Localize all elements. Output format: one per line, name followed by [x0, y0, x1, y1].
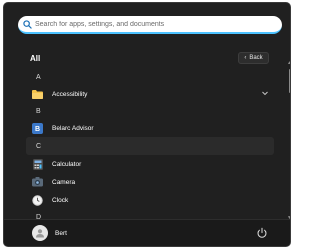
clock-icon — [32, 194, 43, 206]
folder-icon — [32, 89, 43, 100]
avatar — [32, 225, 48, 241]
section-letter-b[interactable]: B — [26, 103, 274, 119]
back-button[interactable]: ‹ Back — [238, 52, 269, 64]
all-apps-title: All — [30, 54, 41, 63]
search-icon — [23, 19, 32, 29]
belarc-icon: B — [32, 122, 43, 134]
back-label: Back — [249, 55, 263, 61]
app-item-camera[interactable]: Camera — [26, 173, 274, 191]
section-letter-c[interactable]: C — [26, 137, 274, 155]
camera-icon — [32, 177, 43, 188]
search-box[interactable] — [18, 16, 282, 34]
app-item-clock[interactable]: Clock — [26, 191, 274, 209]
section-letter-a[interactable]: A — [26, 69, 274, 85]
scrollbar-thumb[interactable] — [289, 69, 290, 93]
start-menu: All ‹ Back ▲ ▼ A Accessibility B — [3, 2, 291, 247]
app-item-calculator[interactable]: Calculator — [26, 155, 274, 173]
person-icon — [36, 229, 44, 238]
scroll-up-arrow-icon[interactable]: ▲ — [287, 60, 290, 66]
user-account-button[interactable]: Bert — [32, 225, 67, 241]
chevron-left-icon: ‹ — [244, 55, 247, 61]
power-icon[interactable] — [256, 227, 268, 239]
app-label: Clock — [52, 196, 69, 204]
start-footer: Bert — [4, 219, 290, 246]
calculator-icon — [32, 158, 43, 170]
app-item-belarc-advisor[interactable]: B Belarc Advisor — [26, 119, 274, 137]
app-label: Accessibility — [52, 90, 88, 98]
app-item-accessibility[interactable]: Accessibility — [26, 85, 274, 103]
app-label: Camera — [52, 178, 76, 186]
search-input[interactable] — [35, 20, 265, 28]
svg-text:B: B — [35, 126, 40, 133]
chevron-down-icon[interactable] — [262, 91, 268, 96]
user-name: Bert — [55, 229, 67, 237]
app-label: Calculator — [52, 160, 82, 168]
app-label: Belarc Advisor — [52, 124, 94, 132]
app-list: A Accessibility B B Belarc Advisor C Cal… — [26, 69, 274, 225]
